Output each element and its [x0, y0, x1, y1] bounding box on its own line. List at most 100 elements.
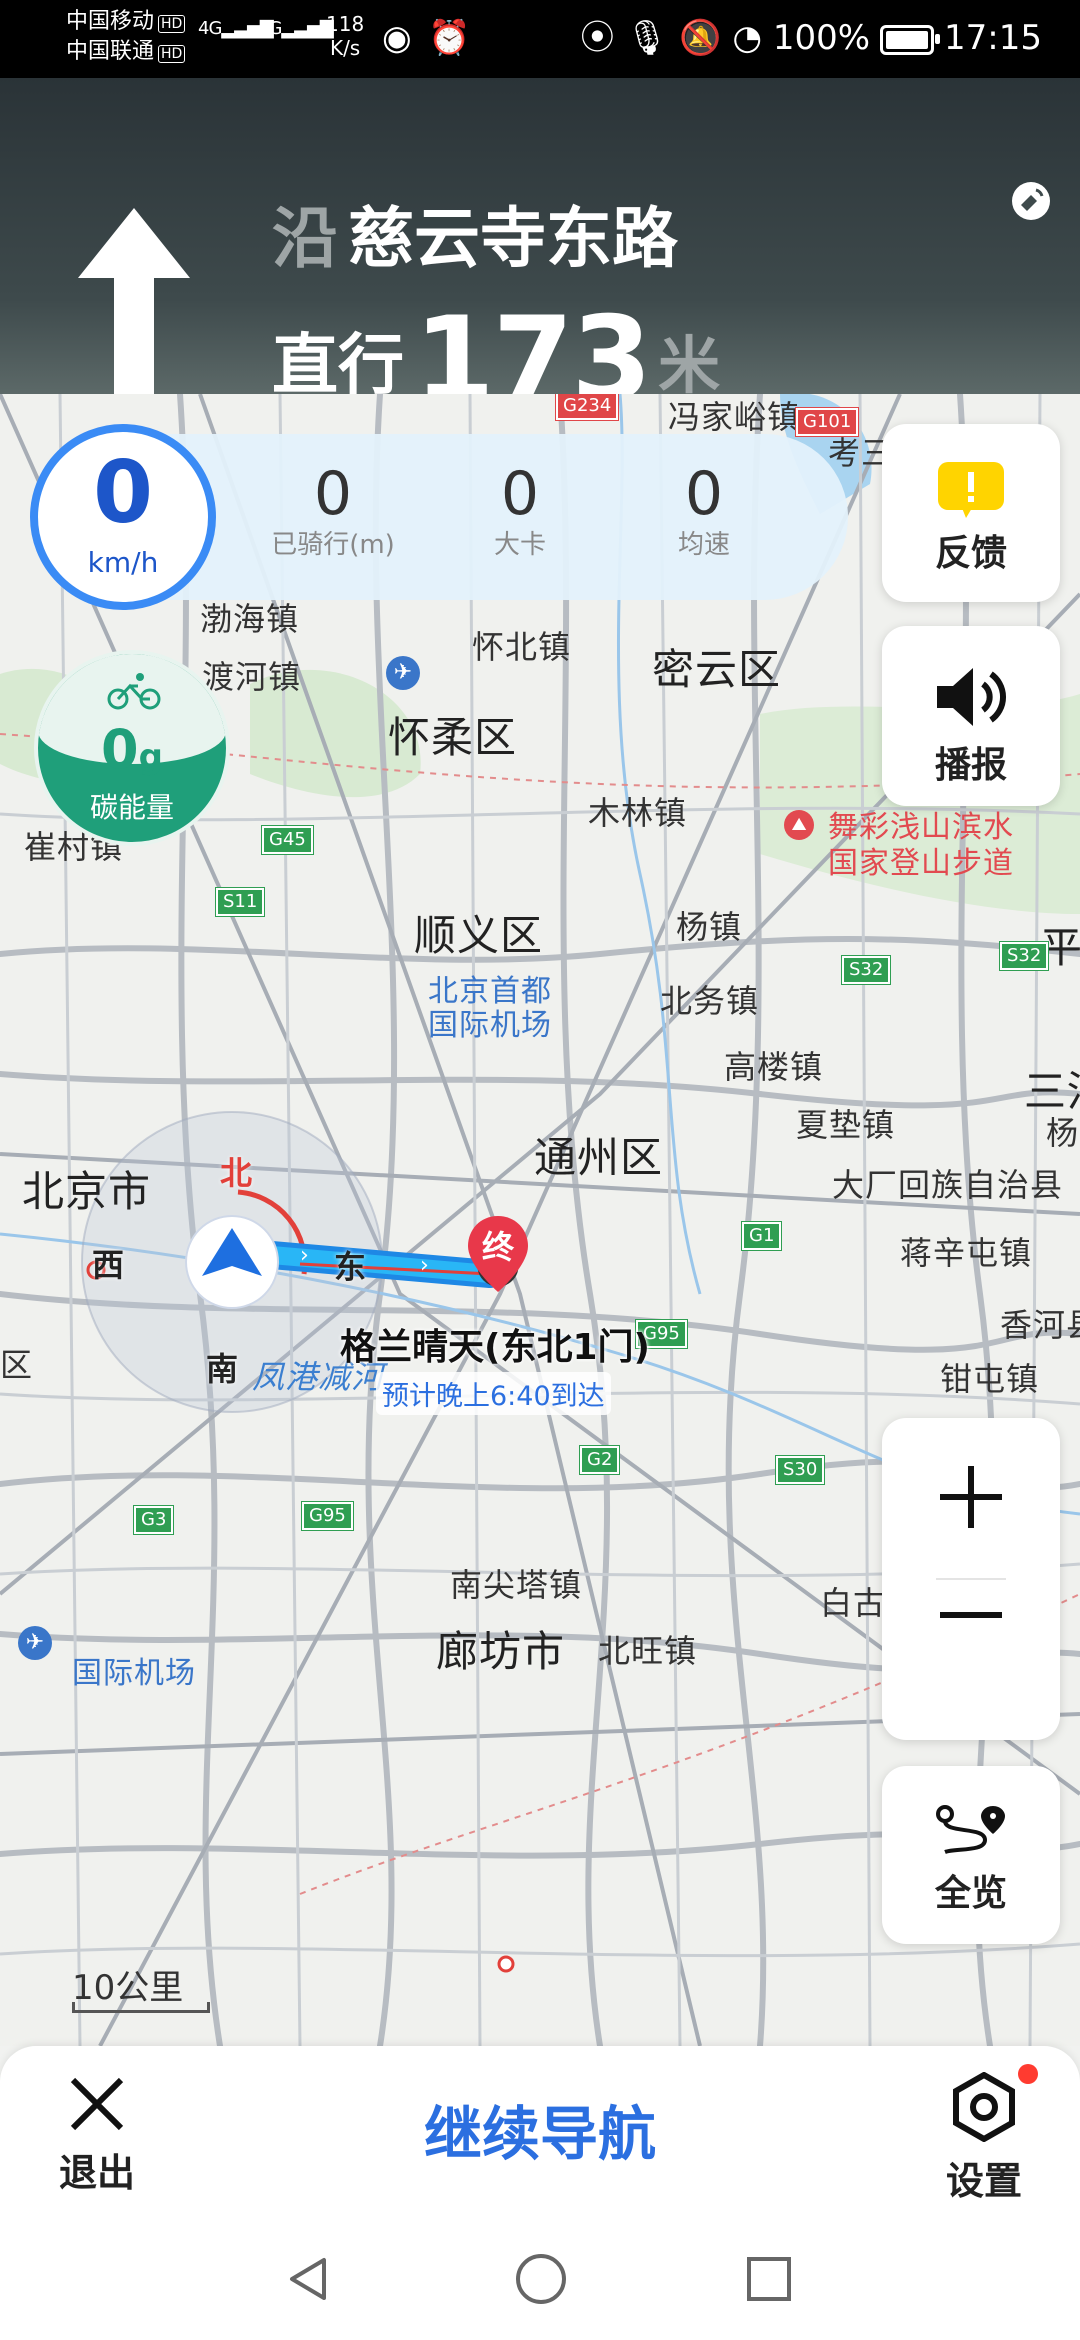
settings-label: 设置: [945, 2159, 1022, 2203]
distance-unit: 米: [658, 328, 721, 402]
map-label: 杨: [1046, 1114, 1080, 1152]
highway-badge: S32: [840, 955, 892, 985]
compass-east: 东: [334, 1248, 367, 1286]
status-bar: 中国移动 HD 中国联通 HD 4G▂▃▅▇ 4G▂▃▅▇ 118 K/s ◉ ⏰ …: [0, 0, 1080, 78]
map-label: 夏垫镇: [796, 1106, 896, 1144]
gps-signal-icon: [1012, 182, 1050, 220]
speed-gauge: 0 km/h: [30, 424, 216, 610]
highway-badge: G101: [794, 407, 860, 437]
stat-label: 已骑行(m): [271, 530, 395, 560]
map-label: 国家登山步道: [828, 846, 1014, 881]
continue-navigation-button[interactable]: 继续导航: [380, 2086, 700, 2172]
bottom-bar: 退出 继续导航 设置: [0, 2046, 1080, 2220]
map-label: 冯家峪镇: [668, 398, 801, 436]
back-icon[interactable]: [284, 2254, 334, 2304]
along-label: 沿: [272, 200, 338, 277]
system-nav-bar: [0, 2220, 1080, 2340]
map-label: 怀柔区: [388, 713, 518, 762]
highway-badge: G1: [740, 1221, 783, 1251]
airport-icon: ✈: [386, 656, 420, 690]
zoom-in-button[interactable]: [882, 1418, 1060, 1578]
map-label: 杨镇: [676, 908, 743, 946]
stat-calories: 0 大卡: [470, 460, 570, 562]
feedback-icon: [938, 462, 1004, 518]
feedback-button[interactable]: 反馈: [882, 424, 1060, 602]
broadcast-label: 播报: [934, 745, 1007, 786]
highway-badge: S30: [774, 1455, 826, 1485]
carbon-energy-badge[interactable]: 0g 碳能量: [34, 650, 230, 846]
minus-icon: [940, 1612, 1002, 1618]
map-label: 密云区: [652, 645, 782, 694]
map-label: 大厂回族自治县: [832, 1166, 1064, 1204]
map-label: 通州区: [534, 1133, 664, 1182]
highway-badge: G234: [554, 394, 620, 421]
carrier-1: 中国移动: [66, 9, 155, 34]
overview-button[interactable]: 全览: [882, 1766, 1060, 1944]
exit-button[interactable]: 退出: [42, 2074, 152, 2197]
map-label: 顺义区: [414, 911, 544, 960]
home-icon[interactable]: [514, 2252, 568, 2306]
map-label: 区: [0, 1346, 34, 1384]
speed-value: 0: [93, 443, 153, 543]
net-speed-unit: K/s: [329, 36, 361, 60]
status-right: ⦿ 🎙 🔕 ◔ 100% 17:15: [580, 16, 1042, 60]
plus-icon: [940, 1466, 1002, 1528]
highway-badge: S32: [998, 941, 1050, 971]
battery-percent: 100%: [772, 18, 871, 58]
mic-icon: 🎙: [625, 18, 669, 58]
stat-value: 0: [684, 459, 724, 529]
stat-label: 均速: [677, 530, 730, 560]
highway-badge: S11: [214, 887, 266, 917]
highway-badge: G2: [578, 1445, 621, 1475]
stat-distance: 0 已骑行(m): [268, 460, 398, 562]
turn-instruction-panel: 沿慈云寺东路 直行173 米: [0, 78, 1080, 427]
hd-badge-1: HD: [158, 15, 186, 33]
map-label: 钳屯镇: [940, 1360, 1040, 1398]
location-icon: ⦿: [580, 18, 615, 58]
compass-north: 北: [220, 1154, 253, 1192]
carbon-label: 碳能量: [89, 791, 174, 824]
net-speed: 118 K/s: [326, 12, 364, 60]
carrier-2: 中国联通: [66, 39, 155, 64]
airport-icon: ✈: [18, 1626, 52, 1660]
scale-bar: [72, 2002, 210, 2013]
carbon-value: 0g: [101, 718, 163, 781]
street-line: 沿慈云寺东路: [272, 198, 678, 280]
stat-avg-speed: 0 均速: [654, 460, 754, 562]
settings-button[interactable]: 设置: [924, 2071, 1044, 2205]
action-label: 直行: [272, 326, 404, 404]
alarm-icon: ⏰: [428, 18, 471, 58]
gear-icon: [953, 2071, 1015, 2143]
map-label: 国际机场: [72, 1656, 196, 1691]
speed-unit: km/h: [87, 546, 159, 579]
feedback-label: 反馈: [934, 533, 1007, 574]
notification-dot: [1018, 2064, 1038, 2084]
mute-icon: 🔕: [679, 18, 722, 58]
broadcast-button[interactable]: 播报: [882, 626, 1060, 806]
svg-text:›: ›: [300, 1243, 309, 1268]
map-label: 国际机场: [428, 1008, 552, 1043]
eta-label: 预计晚上6:40到达: [376, 1372, 611, 1415]
speaker-icon: [937, 668, 1006, 726]
highway-badge: G95: [301, 1501, 354, 1531]
battery-icon: [880, 24, 941, 55]
map-label: 廊坊市: [436, 1627, 566, 1676]
map-label: 北旺镇: [598, 1632, 698, 1670]
eye-icon: ◉: [382, 18, 412, 58]
straight-arrow-icon: [78, 208, 190, 418]
map-label: 香河县: [1000, 1306, 1080, 1344]
street-name: 慈云寺东路: [348, 200, 678, 277]
zoom-out-button[interactable]: [882, 1580, 1060, 1740]
close-icon: [70, 2077, 124, 2131]
recents-icon[interactable]: [744, 2254, 794, 2304]
compass-south: 南: [206, 1350, 239, 1388]
speedometer-icon: ◔: [732, 18, 762, 58]
bike-icon: [107, 673, 161, 710]
route-overview-icon: [936, 1805, 1005, 1854]
stat-label: 大卡: [493, 530, 546, 560]
carrier-info: 中国移动 HD 中国联通 HD: [66, 8, 186, 68]
zoom-control: [882, 1418, 1060, 1740]
highway-badge: G3: [132, 1505, 175, 1535]
map-label: 怀北镇: [472, 628, 572, 666]
map-label: 南尖塔镇: [450, 1566, 583, 1604]
